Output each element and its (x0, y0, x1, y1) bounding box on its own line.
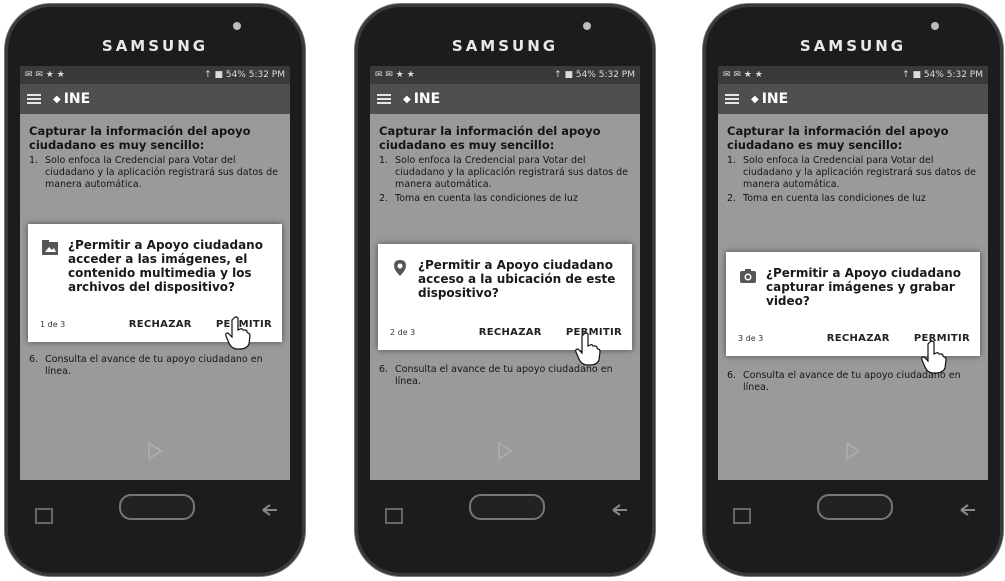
hardware-keys (355, 442, 655, 538)
phone-3: SAMSUNG ✉ ✉ ★ ★ ↑ ■ 54% 5:32 PM ◆ INE Cap… (703, 4, 1003, 576)
step-item: 1. Solo enfoca la Credencial para Votar … (29, 155, 281, 191)
pointing-hand-icon (921, 340, 947, 374)
app-bar: ◆ INE (370, 84, 640, 114)
content: Capturar la información del apoyo ciudad… (718, 114, 988, 205)
front-camera-icon (583, 22, 591, 30)
hamburger-menu-icon[interactable] (27, 94, 41, 104)
play-icon (498, 442, 513, 460)
step-item: 6. Consulta el avance de tu apoyo ciudad… (29, 354, 281, 378)
content: Capturar la información del apoyo ciudad… (20, 114, 290, 191)
status-system: ↑ ■ 54% 5:32 PM (554, 70, 635, 80)
status-system: ↑ ■ 54% 5:32 PM (902, 70, 983, 80)
content: Capturar la información del apoyo ciudad… (370, 114, 640, 205)
step-number: 6. (29, 354, 39, 365)
step-number: 2. (379, 193, 389, 204)
permission-counter: 1 de 3 (40, 320, 66, 329)
screen: ✉ ✉ ★ ★ ↑ ■ 54% 5:32 PM ◆ INE Capturar la… (20, 66, 290, 480)
ine-logo: ◆ INE (403, 91, 441, 107)
pointing-hand-icon (225, 316, 251, 350)
step-text: Solo enfoca la Credencial para Votar del… (45, 155, 278, 190)
dialog-message: ¿Permitir a Apoyo ciudadano acceso a la … (418, 258, 616, 300)
image-folder-icon (42, 240, 58, 255)
recent-apps-key[interactable] (35, 508, 53, 524)
step-text: Solo enfoca la Credencial para Votar del… (395, 155, 628, 190)
ine-logo: ◆ INE (53, 91, 91, 107)
step-item: 2. Toma en cuenta las condiciones de luz (727, 193, 979, 205)
status-system: ↑ ■ 54% 5:32 PM (204, 70, 285, 80)
deny-button[interactable]: RECHAZAR (129, 319, 192, 330)
step-text: Consulta el avance de tu apoyo ciudadano… (395, 364, 613, 387)
screen: ✉ ✉ ★ ★ ↑ ■ 54% 5:32 PM ◆ INE Capturar la… (718, 66, 988, 480)
brand-label: SAMSUNG (101, 37, 209, 55)
step-text: Toma en cuenta las condiciones de luz (395, 193, 578, 204)
app-bar: ◆ INE (718, 84, 988, 114)
step-number: 6. (727, 370, 737, 381)
step-text: Toma en cuenta las condiciones de luz (743, 193, 926, 204)
step-number: 1. (379, 155, 389, 166)
step-number: 1. (727, 155, 737, 166)
brand-label: SAMSUNG (799, 37, 907, 55)
front-camera-icon (233, 22, 241, 30)
deny-button[interactable]: RECHAZAR (827, 333, 890, 344)
deny-button[interactable]: RECHAZAR (479, 327, 542, 338)
home-button[interactable] (817, 494, 893, 520)
pointing-hand-icon (575, 332, 601, 366)
intro-text: Capturar la información del apoyo ciudad… (727, 124, 949, 152)
status-notifications: ✉ ✉ ★ ★ (375, 70, 415, 80)
step-item: 2. Toma en cuenta las condiciones de luz (379, 193, 631, 205)
step-number: 2. (727, 193, 737, 204)
dialog-message: ¿Permitir a Apoyo ciudadano acceder a la… (68, 238, 263, 294)
camera-icon (740, 269, 756, 283)
hardware-keys (5, 442, 305, 538)
phone-2: SAMSUNG ✉ ✉ ★ ★ ↑ ■ 54% 5:32 PM ◆ INE Cap… (355, 4, 655, 576)
back-arrow-icon[interactable] (261, 504, 279, 518)
step-item: 1. Solo enfoca la Credencial para Votar … (379, 155, 631, 191)
status-notifications: ✉ ✉ ★ ★ (723, 70, 763, 80)
back-arrow-icon[interactable] (611, 504, 629, 518)
phone-1: SAMSUNG ✉ ✉ ★ ★ ↑ ■ 54% 5:32 PM ◆ INE Cap… (5, 4, 305, 576)
status-bar: ✉ ✉ ★ ★ ↑ ■ 54% 5:32 PM (718, 66, 988, 84)
screen: ✉ ✉ ★ ★ ↑ ■ 54% 5:32 PM ◆ INE Capturar la… (370, 66, 640, 480)
status-notifications: ✉ ✉ ★ ★ (25, 70, 65, 80)
front-camera-icon (931, 22, 939, 30)
permission-counter: 3 de 3 (738, 334, 764, 343)
step-number: 1. (29, 155, 39, 166)
ine-logo: ◆ INE (751, 91, 789, 107)
status-bar: ✉ ✉ ★ ★ ↑ ■ 54% 5:32 PM (20, 66, 290, 84)
hamburger-menu-icon[interactable] (725, 94, 739, 104)
step-text: Solo enfoca la Credencial para Votar del… (743, 155, 976, 190)
status-bar: ✉ ✉ ★ ★ ↑ ■ 54% 5:32 PM (370, 66, 640, 84)
app-bar: ◆ INE (20, 84, 290, 114)
step-number: 6. (379, 364, 389, 375)
brand-label: SAMSUNG (451, 37, 559, 55)
home-button[interactable] (119, 494, 195, 520)
step-item: 6. Consulta el avance de tu apoyo ciudad… (379, 364, 631, 388)
recent-apps-key[interactable] (385, 508, 403, 524)
permission-counter: 2 de 3 (390, 328, 416, 337)
dialog-message: ¿Permitir a Apoyo ciudadano capturar imá… (766, 266, 961, 308)
intro-text: Capturar la información del apoyo ciudad… (379, 124, 601, 152)
play-icon (846, 442, 861, 460)
recent-apps-key[interactable] (733, 508, 751, 524)
hamburger-menu-icon[interactable] (377, 94, 391, 104)
back-arrow-icon[interactable] (959, 504, 977, 518)
step-item: 1. Solo enfoca la Credencial para Votar … (727, 155, 979, 191)
intro-text: Capturar la información del apoyo ciudad… (29, 124, 251, 152)
step-text: Consulta el avance de tu apoyo ciudadano… (45, 354, 263, 377)
hardware-keys (703, 442, 1003, 538)
home-button[interactable] (469, 494, 545, 520)
play-icon (148, 442, 163, 460)
location-pin-icon (394, 260, 406, 276)
